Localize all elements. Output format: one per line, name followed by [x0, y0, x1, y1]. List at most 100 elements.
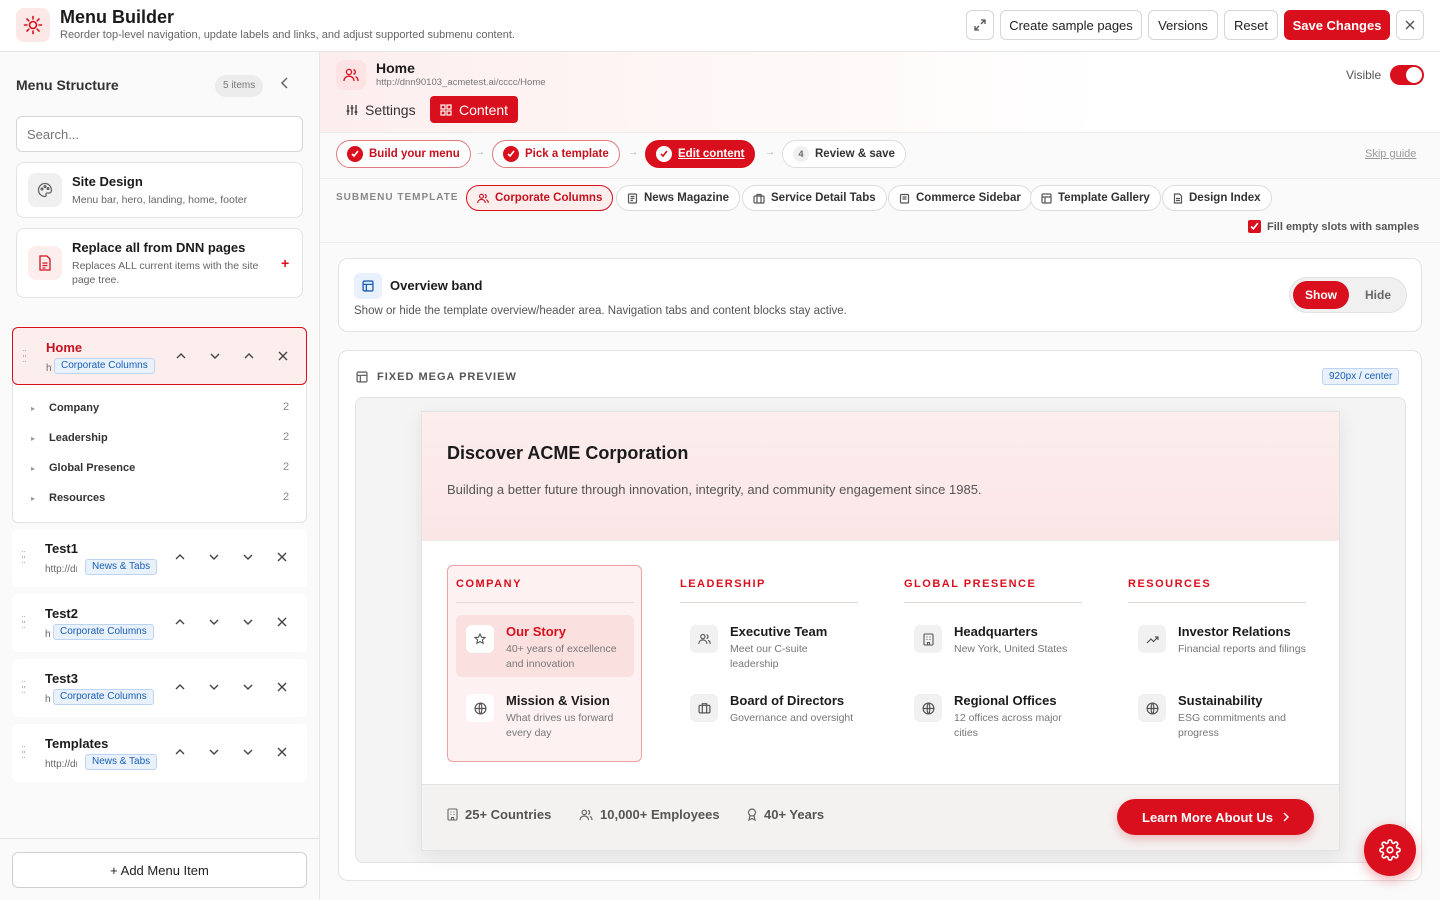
caret-right-icon: ▸ [31, 434, 36, 443]
chevron-down-icon[interactable] [206, 614, 222, 630]
chevron-up-icon[interactable] [172, 549, 188, 565]
menu-item-test1[interactable]: :::: Test1 http://dnn90103_acmetest.ai/t… [12, 529, 307, 587]
save-changes-button[interactable]: Save Changes [1284, 10, 1390, 40]
delete-icon[interactable] [274, 679, 290, 695]
expand-icon [974, 19, 986, 31]
menu-item-home[interactable]: :::: Home http://dnn90103_acmetest.ai/cc… [12, 327, 307, 385]
step-build-menu[interactable]: Build your menu [336, 140, 471, 168]
reset-button[interactable]: Reset [1224, 10, 1278, 40]
template-badge: Corporate Columns [54, 358, 155, 374]
drag-handle-icon[interactable]: :::: [21, 614, 26, 631]
child-item-company[interactable]: Company [49, 402, 99, 414]
chevron-down-icon[interactable] [206, 744, 222, 760]
learn-more-button[interactable]: Learn More About Us [1117, 799, 1314, 835]
overview-band: Discover ACME Corporation Building a bet… [422, 412, 1339, 541]
submenu-item-mission-vision[interactable]: Mission & Vision What drives us forward … [456, 684, 634, 746]
caret-right-icon: ▸ [31, 464, 36, 473]
chevron-up-icon[interactable] [172, 679, 188, 695]
menu-item-templates[interactable]: :::: Templates http://dnn90103_acmetest.… [12, 724, 307, 782]
chevron-down-icon[interactable] [207, 348, 223, 364]
replace-from-dnn-card[interactable]: Replace all from DNN pages Replaces ALL … [16, 228, 303, 298]
expand-children-icon[interactable] [240, 549, 256, 565]
visible-toggle[interactable] [1390, 65, 1424, 85]
template-chip-design-index[interactable]: Design Index [1162, 185, 1272, 211]
step-review-save[interactable]: 4 Review & save [782, 140, 906, 168]
skip-guide-link[interactable]: Skip guide [1365, 148, 1416, 160]
document-icon [28, 246, 62, 280]
submenu-item-regional-offices[interactable]: Regional Offices 12 offices across major… [904, 684, 1084, 746]
tab-content[interactable]: Content [430, 96, 519, 123]
chevron-up-icon[interactable] [173, 348, 189, 364]
template-chip-service-detail-tabs[interactable]: Service Detail Tabs [742, 185, 887, 211]
template-chip-template-gallery[interactable]: Template Gallery [1030, 185, 1161, 211]
chevron-up-icon[interactable] [172, 614, 188, 630]
divider [320, 178, 1440, 179]
menu-item-test2[interactable]: :::: Test2 http://dnn90103_acmetest.ai/t… [12, 594, 307, 652]
collapse-sidebar-button[interactable] [280, 76, 296, 96]
submenu-item-investor-relations[interactable]: Investor Relations Financial reports and… [1128, 615, 1308, 677]
expand-button[interactable] [966, 10, 994, 40]
child-count: 2 [283, 491, 290, 503]
users-icon [690, 625, 718, 653]
tab-label: Content [459, 101, 509, 118]
users-icon [579, 809, 593, 820]
submenu-item-executive-team[interactable]: Executive Team Meet our C-suite leadersh… [680, 615, 860, 677]
submenu-item-headquarters[interactable]: Headquarters New York, United States [904, 615, 1084, 677]
drag-handle-icon[interactable]: :::: [21, 549, 26, 566]
hide-option[interactable]: Hide [1352, 281, 1404, 309]
visible-label: Visible [1346, 68, 1382, 82]
chip-label: Service Detail Tabs [771, 192, 876, 204]
template-chip-commerce-sidebar[interactable]: Commerce Sidebar [888, 185, 1032, 211]
gear-icon [1379, 839, 1401, 861]
chevron-down-icon[interactable] [206, 679, 222, 695]
close-button[interactable] [1396, 10, 1424, 40]
add-menu-item-button[interactable]: + Add Menu Item [12, 852, 307, 888]
tab-settings[interactable]: Settings [336, 96, 426, 123]
drag-handle-icon[interactable]: :::: [21, 679, 26, 696]
menu-item-label: Test1 [45, 541, 78, 556]
expand-children-icon[interactable] [240, 679, 256, 695]
drag-handle-icon[interactable]: :::: [22, 348, 27, 365]
floating-settings-button[interactable] [1364, 824, 1416, 876]
child-item-global-presence[interactable]: Global Presence [49, 462, 135, 474]
child-item-resources[interactable]: Resources [49, 492, 105, 504]
submenu-item-our-story[interactable]: Our Story 40+ years of excellence and in… [456, 615, 634, 677]
chevron-up-icon[interactable] [172, 744, 188, 760]
show-option[interactable]: Show [1293, 281, 1349, 309]
stat-label: 40+ Years [764, 807, 825, 822]
versions-button[interactable]: Versions [1148, 10, 1218, 40]
delete-icon[interactable] [274, 549, 290, 565]
step-edit-content[interactable]: Edit content [645, 140, 756, 168]
step-pick-template[interactable]: Pick a template [492, 140, 620, 168]
template-chip-news-magazine[interactable]: News Magazine [616, 185, 740, 211]
delete-icon[interactable] [275, 348, 291, 364]
create-sample-pages-button[interactable]: Create sample pages [1000, 10, 1142, 40]
divider [0, 838, 319, 839]
chevron-down-icon[interactable] [206, 549, 222, 565]
fill-empty-checkbox[interactable] [1248, 220, 1261, 233]
clipboard-icon [899, 193, 910, 204]
sun-icon [23, 15, 43, 35]
drag-handle-icon[interactable]: :::: [21, 744, 26, 761]
collapse-children-icon[interactable] [241, 348, 257, 364]
site-design-title: Site Design [72, 174, 143, 189]
toggle-knob [1406, 67, 1422, 83]
delete-icon[interactable] [274, 744, 290, 760]
expand-children-icon[interactable] [240, 744, 256, 760]
divider [1128, 602, 1306, 603]
submenu-item-board-of-directors[interactable]: Board of Directors Governance and oversi… [680, 684, 860, 746]
layout-icon [356, 371, 368, 383]
expand-children-icon[interactable] [240, 614, 256, 630]
submenu-item-title: Mission & Vision [506, 693, 610, 708]
template-chip-corporate-columns[interactable]: Corporate Columns [466, 185, 614, 211]
menu-item-url: http://dnn90103_acmetest.ai/templates [45, 759, 77, 770]
submenu-item-sustainability[interactable]: Sustainability ESG commitments and progr… [1128, 684, 1308, 746]
menu-item-test3[interactable]: :::: Test3 http://dnn90103_acmetest.ai/t… [12, 659, 307, 717]
page-title: Home [376, 60, 415, 76]
child-item-leadership[interactable]: Leadership [49, 432, 108, 444]
delete-icon[interactable] [274, 614, 290, 630]
newspaper-icon [627, 192, 638, 204]
search-input[interactable] [16, 116, 303, 152]
main-panel: Home http://dnn90103_acmetest.ai/cccc/Ho… [320, 52, 1440, 900]
site-design-card[interactable]: Site Design Menu bar, hero, landing, hom… [16, 162, 303, 218]
